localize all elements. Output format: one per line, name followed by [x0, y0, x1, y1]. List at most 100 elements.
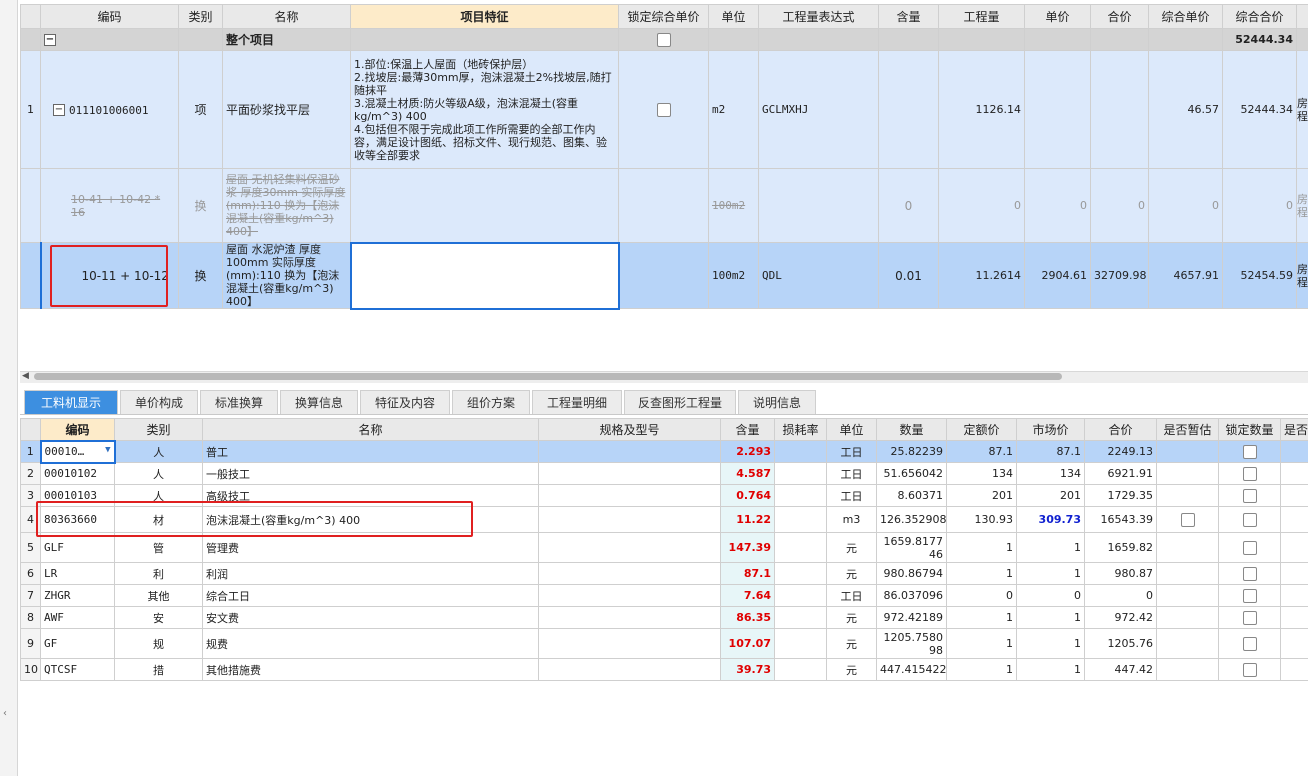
resource-qty[interactable]: 107.07: [720, 628, 775, 659]
resource-amount[interactable]: 447.415422: [876, 658, 947, 681]
header-lock-qty[interactable]: 锁定数量: [1218, 418, 1281, 441]
header-provisional[interactable]: 是否暂估: [1156, 418, 1219, 441]
resource-unit[interactable]: 元: [826, 628, 877, 659]
lock-qty-cell[interactable]: [1218, 628, 1281, 659]
header-type[interactable]: 类别: [114, 418, 203, 441]
provisional-cell[interactable]: [1156, 562, 1219, 585]
provisional-checkbox[interactable]: [1180, 512, 1195, 527]
resource-spec[interactable]: [538, 440, 721, 463]
tab-conversion-info[interactable]: 换算信息: [280, 390, 358, 414]
header-unit[interactable]: 单位: [826, 418, 877, 441]
resource-loss-rate[interactable]: [774, 484, 827, 507]
provisional-cell[interactable]: [1156, 628, 1219, 659]
resource-qty[interactable]: 4.587: [720, 462, 775, 485]
resource-amount[interactable]: 980.86794: [876, 562, 947, 585]
provisional-cell[interactable]: [1156, 532, 1219, 563]
resource-amount[interactable]: 972.42189: [876, 606, 947, 629]
sub-item-quantity[interactable]: 0: [938, 168, 1025, 243]
header-name[interactable]: 名称: [202, 418, 539, 441]
total-row[interactable]: − 整个项目 52444.34: [20, 28, 1308, 51]
resource-qty[interactable]: 87.1: [720, 562, 775, 585]
resource-loss-rate[interactable]: [774, 462, 827, 485]
sub-item-price[interactable]: 2904.61: [1024, 242, 1091, 309]
resource-loss-rate[interactable]: [774, 606, 827, 629]
resource-spec[interactable]: [538, 484, 721, 507]
resource-type[interactable]: 措: [114, 658, 203, 681]
table-row-selected[interactable]: 10-11 + 10-12 换 屋面 水泥炉渣 厚度100mm 实际厚度(mm)…: [20, 241, 1308, 310]
resource-market-price[interactable]: 1: [1016, 606, 1085, 629]
resource-amount[interactable]: 1659.817746: [876, 532, 947, 563]
lock-qty-cell[interactable]: [1218, 532, 1281, 563]
resource-market-price[interactable]: 0: [1016, 584, 1085, 607]
resource-spec[interactable]: [538, 506, 721, 533]
resource-type[interactable]: 其他: [114, 584, 203, 607]
lock-qty-checkbox[interactable]: [1242, 588, 1257, 603]
resource-row[interactable]: 2 00010102 人一般技工 4.587 工日 51.656042 134 134 6921…: [20, 462, 1308, 485]
provisional-cell[interactable]: [1156, 584, 1219, 607]
lock-qty-cell[interactable]: [1218, 562, 1281, 585]
resource-code[interactable]: 00010102: [40, 462, 115, 485]
resource-unit[interactable]: 工日: [826, 584, 877, 607]
resource-code[interactable]: AWF: [40, 606, 115, 629]
resource-qty[interactable]: 147.39: [720, 532, 775, 563]
resource-amount[interactable]: 25.82239: [876, 440, 947, 463]
resource-market-price[interactable]: 134: [1016, 462, 1085, 485]
resource-row[interactable]: 10 QTCSF 措其他措施费 39.73 元 447.415422 1 1 447.42: [20, 658, 1308, 681]
tab-description[interactable]: 说明信息: [738, 390, 816, 414]
item-unit[interactable]: m2: [708, 50, 759, 169]
lock-price-checkbox[interactable]: [656, 102, 671, 117]
lock-price-checkbox-cell[interactable]: [618, 28, 709, 51]
sub-item-code[interactable]: 10-41 + 10-42 * 16: [40, 168, 179, 243]
resource-amount[interactable]: 126.352908: [876, 506, 947, 533]
resource-row[interactable]: 5 GLF 管管理费 147.39 元 1659.817746 1 1 1659.82: [20, 532, 1308, 563]
tab-unit-price-composition[interactable]: 单价构成: [120, 390, 198, 414]
resource-spec[interactable]: [538, 628, 721, 659]
resource-loss-rate[interactable]: [774, 584, 827, 607]
sub-item-name[interactable]: 屋面 水泥炉渣 厚度100mm 实际厚度(mm):110 换为【泡沫混凝土(容重…: [222, 242, 351, 309]
resource-market-price[interactable]: 201: [1016, 484, 1085, 507]
tab-features-content[interactable]: 特征及内容: [360, 390, 450, 414]
resource-unit[interactable]: 元: [826, 606, 877, 629]
resource-spec[interactable]: [538, 562, 721, 585]
sub-item-type[interactable]: 换: [178, 168, 223, 243]
lock-qty-cell[interactable]: [1218, 658, 1281, 681]
header-spec[interactable]: 规格及型号: [538, 418, 721, 441]
resource-unit[interactable]: 工日: [826, 440, 877, 463]
chevron-down-icon[interactable]: ▼: [105, 445, 110, 455]
provisional-cell[interactable]: [1156, 462, 1219, 485]
resource-spec[interactable]: [538, 462, 721, 485]
resource-loss-rate[interactable]: [774, 532, 827, 563]
header-market-price[interactable]: 市场价: [1016, 418, 1085, 441]
minus-box-icon[interactable]: −: [53, 104, 65, 116]
resource-loss-rate[interactable]: [774, 506, 827, 533]
provisional-cell[interactable]: [1156, 606, 1219, 629]
header-qty[interactable]: 含量: [720, 418, 775, 441]
provisional-cell[interactable]: [1156, 484, 1219, 507]
resource-spec[interactable]: [538, 606, 721, 629]
lock-qty-checkbox[interactable]: [1242, 466, 1257, 481]
resource-code[interactable]: 00010… ▼: [39, 439, 116, 464]
lock-qty-checkbox[interactable]: [1242, 610, 1257, 625]
header-content[interactable]: 含量: [878, 4, 939, 29]
item-expr[interactable]: GCLMXHJ: [758, 50, 879, 169]
resource-name[interactable]: 管理费: [202, 532, 539, 563]
sub-item-content[interactable]: 0.01: [878, 242, 939, 309]
resource-name[interactable]: 普工: [202, 440, 539, 463]
resource-row[interactable]: 6 LR 利利润 87.1 元 980.86794 1 1 980.87: [20, 562, 1308, 585]
resource-spec[interactable]: [538, 532, 721, 563]
resource-market-price[interactable]: 87.1: [1016, 440, 1085, 463]
resource-amount[interactable]: 51.656042: [876, 462, 947, 485]
resource-row[interactable]: 9 GF 规规费 107.07 元 1205.758098 1 1 1205.76: [20, 628, 1308, 659]
header-code[interactable]: 编码: [40, 418, 115, 441]
header-code[interactable]: 编码: [40, 4, 179, 29]
lock-qty-cell[interactable]: [1218, 440, 1281, 463]
resource-loss-rate[interactable]: [774, 440, 827, 463]
header-amount[interactable]: 数量: [876, 418, 947, 441]
chevron-left-icon[interactable]: ‹: [3, 708, 13, 722]
resource-qty[interactable]: 39.73: [720, 658, 775, 681]
resource-qty[interactable]: 7.64: [720, 584, 775, 607]
resource-type[interactable]: 规: [114, 628, 203, 659]
lock-qty-cell[interactable]: [1218, 606, 1281, 629]
lock-qty-checkbox[interactable]: [1242, 662, 1257, 677]
resource-code[interactable]: ZHGR: [40, 584, 115, 607]
